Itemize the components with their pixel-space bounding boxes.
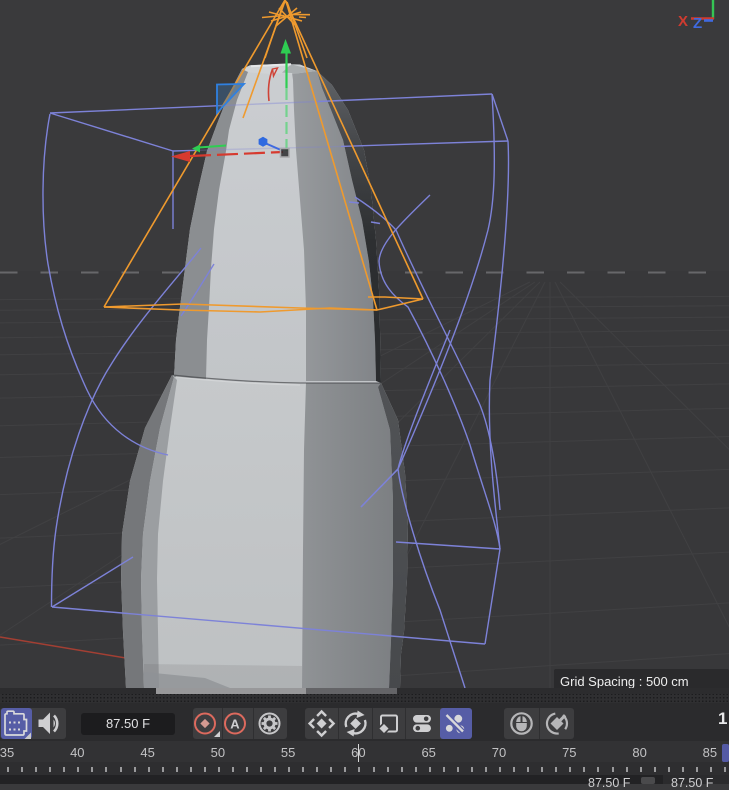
svg-text:X: X [678,13,688,30]
svg-text:Z: Z [693,15,702,32]
svg-text:Grid Spacing : 500 cm: Grid Spacing : 500 cm [560,674,689,688]
svg-text:A: A [230,717,240,732]
